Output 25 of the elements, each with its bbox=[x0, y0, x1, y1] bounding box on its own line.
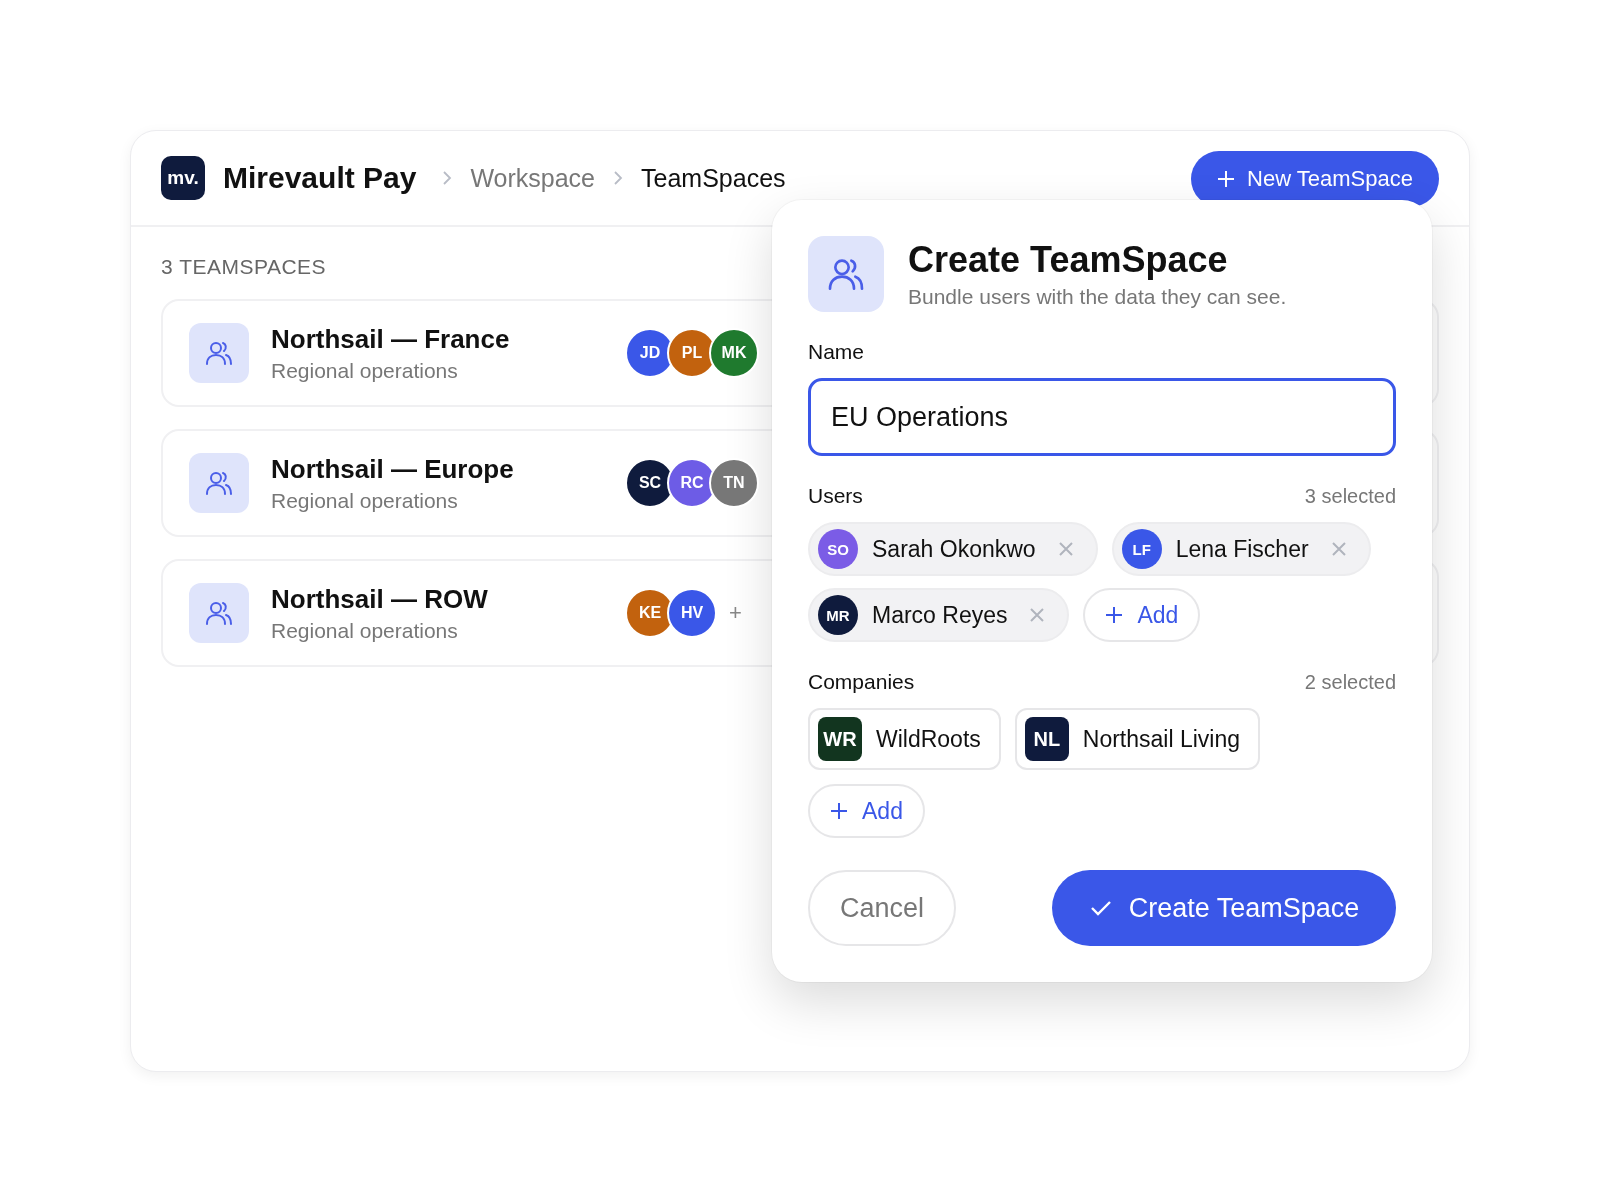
member-avatar: TN bbox=[709, 458, 759, 508]
dialog-subtitle: Bundle users with the data they can see. bbox=[908, 285, 1287, 309]
teamspace-title: Northsail — ROW bbox=[271, 583, 489, 615]
field-label: Companies bbox=[808, 670, 915, 694]
section-heading: 3 TEAMSPACES bbox=[161, 255, 327, 279]
field-label: Name bbox=[808, 340, 866, 364]
member-avatar: HV bbox=[667, 588, 717, 638]
dialog-title: Create TeamSpace bbox=[908, 239, 1229, 281]
teamspace-subtitle: Regional operations bbox=[271, 358, 459, 383]
user-avatar: SO bbox=[818, 529, 858, 569]
member-avatar: MK bbox=[709, 328, 759, 378]
teamspace-subtitle: Regional operations bbox=[271, 618, 459, 643]
app-name: Mirevault Pay bbox=[223, 161, 417, 195]
company-logo: NL bbox=[1024, 717, 1069, 761]
teamspace-title: Northsail — France bbox=[271, 323, 511, 355]
app-logo: mv. bbox=[161, 156, 205, 200]
teamspace-subtitle: Regional operations bbox=[271, 488, 459, 513]
more-count: + bbox=[729, 600, 742, 626]
user-avatar: LF bbox=[1121, 529, 1162, 569]
company-logo: WR bbox=[818, 717, 862, 761]
field-label: Users bbox=[808, 484, 863, 508]
user-avatar: MR bbox=[818, 595, 858, 635]
teamspace-title: Northsail — Europe bbox=[271, 453, 515, 485]
selected-count: 2 selected bbox=[1304, 671, 1396, 694]
selected-count: 3 selected bbox=[1304, 485, 1396, 508]
